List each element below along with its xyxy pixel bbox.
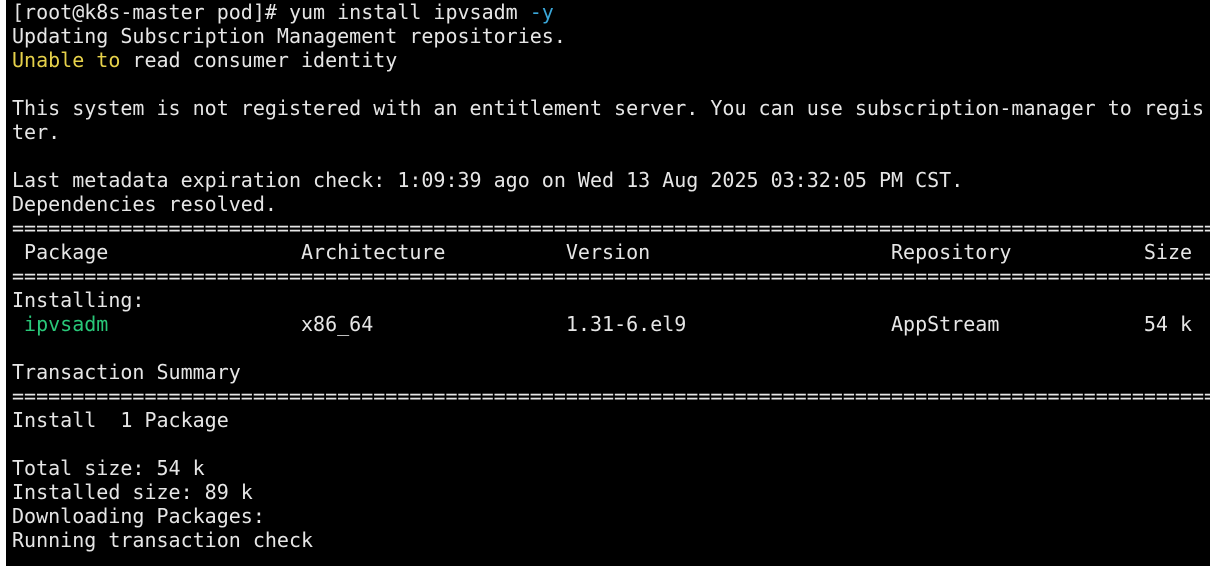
terminal-line: Package Architecture Version Repository … [12, 240, 1210, 264]
terminal-line: Downloading Packages: [12, 504, 1210, 528]
terminal-line: Install 1 Package [12, 408, 1210, 432]
terminal-line: Unable to read consumer identity [12, 48, 1210, 72]
terminal-line: ter. [12, 120, 1210, 144]
terminal-line: Transaction Summary [12, 360, 1210, 384]
terminal-text-segment: Transaction Summary [12, 360, 241, 384]
terminal-line: [root@k8s-master pod]# yum install ipvsa… [12, 0, 1210, 24]
terminal-text-segment: Package Architecture Version Repository … [12, 240, 1193, 264]
terminal-line: ========================================… [12, 216, 1210, 240]
terminal-text-segment: x86_64 1.31-6.el9 AppStream 54 k [108, 312, 1193, 336]
terminal-text-segment: Downloading Packages: [12, 504, 265, 528]
terminal-text-segment: [root@k8s-master pod]# yum install ipvsa… [12, 0, 530, 24]
terminal-line: Updating Subscription Management reposit… [12, 24, 1210, 48]
terminal-line: ========================================… [12, 264, 1210, 288]
terminal-text-segment: This system is not registered with an en… [12, 96, 1205, 120]
terminal-text-segment: ========================================… [12, 264, 1210, 288]
terminal-text-segment: Running transaction check [12, 528, 314, 552]
terminal-line: ipvsadm x86_64 1.31-6.el9 AppStream 54 k [12, 312, 1210, 336]
terminal-text-segment: ipvsadm [24, 312, 109, 336]
terminal-output: [root@k8s-master pod]# yum install ipvsa… [12, 0, 1210, 552]
terminal-line: Dependencies resolved. [12, 192, 1210, 216]
terminal-text-segment: Installed size: 89 k [12, 480, 253, 504]
terminal-text-segment: Updating Subscription Management reposit… [12, 24, 566, 48]
terminal-text-segment: Installing: [12, 288, 145, 312]
terminal-line: Installing: [12, 288, 1210, 312]
terminal-window[interactable]: [root@k8s-master pod]# yum install ipvsa… [6, 0, 1210, 566]
terminal-text-segment: ========================================… [12, 384, 1210, 408]
terminal-line: Installed size: 89 k [12, 480, 1210, 504]
terminal-text-segment: -y [529, 0, 554, 24]
terminal-text-segment: ter. [12, 120, 61, 144]
terminal-line: Last metadata expiration check: 1:09:39 … [12, 168, 1210, 192]
terminal-text-segment: read consumer identity [120, 48, 398, 72]
terminal-text-segment: Dependencies resolved. [12, 192, 277, 216]
terminal-line: This system is not registered with an en… [12, 96, 1210, 120]
terminal-line: Running transaction check [12, 528, 1210, 552]
terminal-text-segment: ========================================… [12, 216, 1210, 240]
terminal-text-segment: Total size: 54 k [12, 456, 205, 480]
terminal-line: ========================================… [12, 384, 1210, 408]
terminal-text-segment: Install 1 Package [12, 408, 229, 432]
terminal-text-segment: Last metadata expiration check: 1:09:39 … [12, 168, 964, 192]
terminal-text-segment: Unable to [12, 48, 121, 72]
terminal-line: Total size: 54 k [12, 456, 1210, 480]
